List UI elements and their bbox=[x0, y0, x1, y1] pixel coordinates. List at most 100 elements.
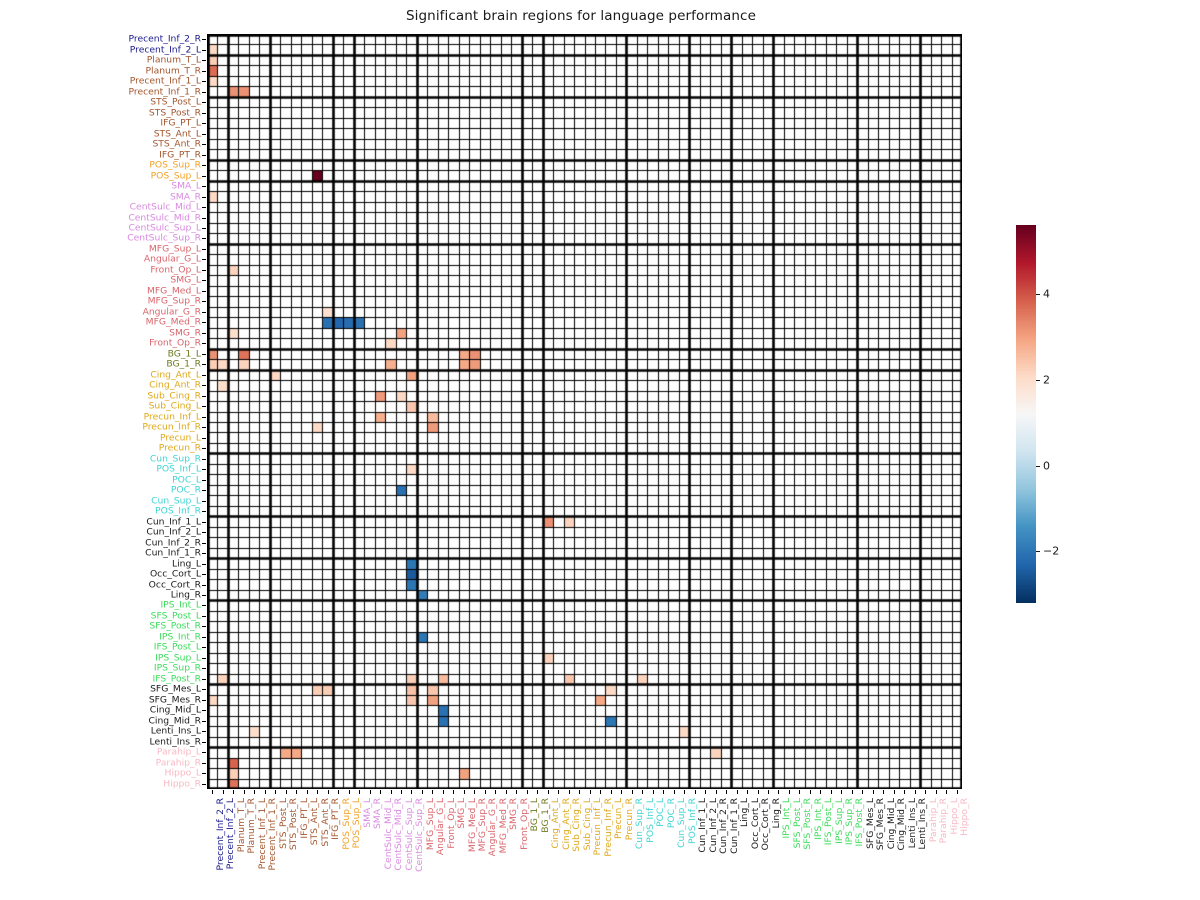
x-axis-tick bbox=[401, 790, 402, 794]
y-axis-tick bbox=[202, 574, 206, 575]
y-axis-tick bbox=[202, 71, 206, 72]
y-axis-tick bbox=[202, 228, 206, 229]
y-axis-tick bbox=[202, 123, 206, 124]
y-axis-label: Front_Op_L bbox=[150, 264, 201, 276]
y-axis-label: Cing_Mid_R bbox=[148, 715, 201, 727]
x-axis-label: Occ_Cort_R bbox=[760, 798, 772, 851]
x-axis-label: BG_1_L bbox=[529, 798, 541, 832]
x-axis-tick bbox=[831, 790, 832, 794]
x-axis-label: Cing_Ant_L bbox=[550, 798, 562, 849]
y-axis-tick bbox=[202, 249, 206, 250]
x-axis-tick bbox=[265, 790, 266, 794]
heatmap-canvas bbox=[207, 34, 962, 789]
y-axis-tick bbox=[202, 218, 206, 219]
y-axis-label: Angular_G_L bbox=[143, 253, 201, 265]
x-axis-tick bbox=[443, 790, 444, 794]
y-axis-tick bbox=[202, 354, 206, 355]
y-axis-label: POS_Sup_R bbox=[149, 159, 201, 171]
x-axis-tick bbox=[349, 790, 350, 794]
y-axis-label: BG_1_R bbox=[166, 358, 201, 370]
colorbar-gradient bbox=[1016, 225, 1036, 603]
y-axis-tick bbox=[202, 155, 206, 156]
colorbar-tick bbox=[1036, 551, 1040, 552]
y-axis-label: Precun_L bbox=[159, 432, 201, 444]
x-axis-tick bbox=[632, 790, 633, 794]
y-axis-label: MFG_Sup_L bbox=[148, 243, 201, 255]
x-axis-label: CentSulc_Mid_L bbox=[382, 798, 394, 870]
x-axis-label: MFG_Sup_L bbox=[424, 798, 436, 851]
y-axis-label: Occ_Cort_L bbox=[149, 568, 201, 580]
x-axis-label: Precun_Inf_R bbox=[602, 798, 614, 857]
y-axis-label: Ling_R bbox=[170, 589, 201, 601]
x-axis-label: POS_Inf_R bbox=[686, 798, 698, 844]
y-axis-label: SFG_Mes_L bbox=[150, 683, 201, 695]
y-axis-label: Precun_Inf_L bbox=[143, 411, 201, 423]
y-axis-tick bbox=[202, 259, 206, 260]
x-axis-label: POS_Sup_R bbox=[340, 798, 352, 850]
x-axis-tick bbox=[663, 790, 664, 794]
x-axis-label: Precent_Inf_1_L bbox=[256, 798, 268, 870]
x-axis-tick bbox=[275, 790, 276, 794]
heatmap-matrix bbox=[207, 34, 962, 789]
colorbar: −2 0 2 4 bbox=[1016, 225, 1059, 603]
x-axis-tick bbox=[705, 790, 706, 794]
y-axis-label: POC_L bbox=[172, 474, 201, 486]
y-axis-label: Parahip_R bbox=[155, 757, 201, 769]
y-axis-tick bbox=[202, 647, 206, 648]
x-axis-tick bbox=[925, 790, 926, 794]
y-axis-label: SMG_L bbox=[170, 274, 201, 286]
y-axis-tick bbox=[202, 385, 206, 386]
y-axis-tick bbox=[202, 679, 206, 680]
x-axis-tick bbox=[768, 790, 769, 794]
figure-root: Significant brain regions for language p… bbox=[0, 0, 1200, 900]
x-axis-label: Sub_Cing_R bbox=[571, 798, 583, 852]
x-axis-label: POC_L bbox=[655, 798, 667, 827]
y-axis-tick bbox=[202, 113, 206, 114]
y-axis-tick bbox=[202, 144, 206, 145]
y-axis-tick bbox=[202, 39, 206, 40]
y-axis-label: Cun_Sup_L bbox=[151, 495, 201, 507]
x-axis-label: CentSulc_Sup_R bbox=[414, 798, 426, 872]
x-axis-label: Hippo_L bbox=[948, 798, 960, 835]
y-axis-label: Lenti_Ins_L bbox=[150, 725, 201, 737]
x-axis-label: STS_Ant_R bbox=[319, 798, 331, 847]
y-axis-label: SFS_Post_R bbox=[149, 620, 201, 632]
chart-title-text: Significant brain regions for language p… bbox=[405, 8, 756, 24]
x-axis-label: Cun_Sup_L bbox=[676, 798, 688, 848]
y-axis-tick bbox=[202, 668, 206, 669]
x-axis-tick bbox=[684, 790, 685, 794]
y-axis-tick bbox=[202, 522, 206, 523]
y-axis-tick bbox=[202, 165, 206, 166]
y-axis-tick bbox=[202, 689, 206, 690]
y-axis-label: Planum_T_R bbox=[145, 65, 201, 77]
x-axis-tick bbox=[590, 790, 591, 794]
x-axis-label: POS_Sup_L bbox=[351, 798, 363, 849]
x-axis-tick bbox=[747, 790, 748, 794]
x-axis-label: SMA_L bbox=[361, 798, 373, 828]
y-axis-label: Cing_Ant_R bbox=[149, 379, 201, 391]
x-axis-label: Front_Op_L bbox=[445, 798, 457, 849]
y-axis-tick bbox=[202, 710, 206, 711]
x-axis-tick bbox=[820, 790, 821, 794]
colorbar-tick bbox=[1036, 466, 1040, 467]
x-axis-tick bbox=[527, 790, 528, 794]
y-axis-label: Precent_Inf_2_R bbox=[128, 33, 201, 45]
colorbar-tick-label: 0 bbox=[1043, 459, 1050, 473]
y-axis-label: Hippo_R bbox=[163, 778, 201, 790]
colorbar-tick-label: −2 bbox=[1043, 544, 1060, 558]
y-axis-label: Parahip_L bbox=[156, 746, 201, 758]
x-axis-tick bbox=[516, 790, 517, 794]
x-axis-tick bbox=[223, 790, 224, 794]
x-axis-label: SMG_L bbox=[456, 798, 468, 829]
x-axis-label: IPS_Int_R bbox=[812, 798, 824, 840]
x-axis-label: Cun_Inf_2_L bbox=[707, 798, 719, 853]
x-axis-tick bbox=[600, 790, 601, 794]
y-axis-tick bbox=[202, 784, 206, 785]
y-axis-tick bbox=[202, 343, 206, 344]
x-axis-label: Cun_Sup_R bbox=[634, 798, 646, 850]
x-axis-label: IFG_PT_L bbox=[298, 798, 310, 839]
x-axis-tick bbox=[474, 790, 475, 794]
x-axis-tick bbox=[957, 790, 958, 794]
y-axis-tick bbox=[202, 50, 206, 51]
x-axis-tick bbox=[810, 790, 811, 794]
